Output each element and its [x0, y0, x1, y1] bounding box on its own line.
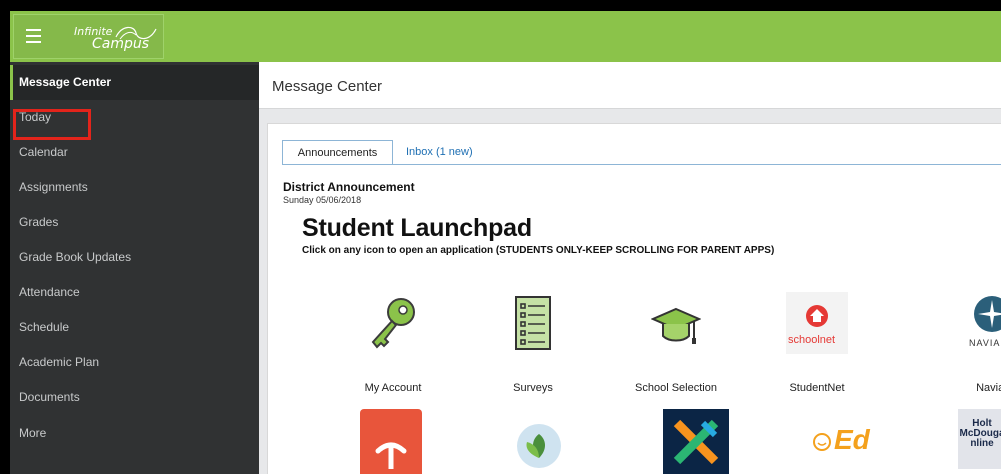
- app-window: Infinite Campus Message Center Today Cal…: [10, 11, 1001, 474]
- app-row2-5[interactable]: Holt McDouga nline: [958, 409, 1001, 469]
- top-bar: Infinite Campus: [10, 11, 1001, 62]
- tab-divider: [282, 164, 1001, 165]
- app-my-account[interactable]: My Account: [328, 294, 458, 394]
- sidebar-item-documents[interactable]: Documents: [10, 380, 259, 415]
- sidebar-item-assignments[interactable]: Assignments: [10, 170, 259, 205]
- app-label: Naviance: [976, 382, 1001, 394]
- launchpad-title: Student Launchpad: [302, 214, 532, 242]
- sidebar-item-more[interactable]: More: [10, 416, 259, 451]
- sun-smile-icon: [813, 433, 831, 451]
- app-school-selection[interactable]: School Selection: [611, 294, 741, 394]
- page-header: Message Center: [259, 62, 1001, 109]
- gymnast-icon: [375, 442, 407, 469]
- page-title: Message Center: [272, 78, 383, 95]
- app-row2-2[interactable]: [517, 424, 561, 468]
- app-row2-4[interactable]: Ed: [806, 424, 876, 474]
- naviance-text: NAVIANC: [969, 338, 1001, 348]
- app-naviance[interactable]: NAVIANC Naviance: [894, 292, 1001, 394]
- app-label: Surveys: [513, 382, 553, 394]
- tab-inbox[interactable]: Inbox (1 new): [406, 140, 473, 165]
- infinite-campus-logo[interactable]: Infinite Campus: [66, 23, 166, 55]
- launchpad-subtitle: Click on any icon to open an application…: [302, 245, 775, 256]
- app-row2-1[interactable]: [360, 409, 422, 474]
- sidebar: Message Center Today Calendar Assignment…: [10, 62, 259, 474]
- survey-checklist-icon: [515, 296, 551, 350]
- app-studentnet[interactable]: schoolnet StudentNet: [752, 292, 882, 394]
- brand-area: Infinite Campus: [13, 14, 164, 59]
- ed-logo-text: Ed: [834, 424, 870, 455]
- schoolnet-text: schoolnet: [788, 334, 836, 346]
- app-surveys[interactable]: Surveys: [468, 294, 598, 394]
- app-label: StudentNet: [789, 382, 845, 394]
- sidebar-item-message-center[interactable]: Message Center: [10, 65, 259, 100]
- content-panel: Announcements Inbox (1 new) District Ann…: [267, 123, 1001, 474]
- logo-swoosh-icon: [115, 26, 157, 40]
- app-label: My Account: [364, 382, 422, 394]
- sidebar-item-schedule[interactable]: Schedule: [10, 310, 259, 345]
- naviance-logo: NAVIANC: [961, 292, 1001, 354]
- hamburger-menu-icon[interactable]: [26, 29, 41, 43]
- tab-announcements[interactable]: Announcements: [282, 140, 393, 165]
- sidebar-item-grades[interactable]: Grades: [10, 205, 259, 240]
- announcement-title: District Announcement: [283, 180, 415, 194]
- x-logo-icon: [673, 419, 719, 465]
- sidebar-item-calendar[interactable]: Calendar: [10, 135, 259, 170]
- app-label: School Selection: [635, 382, 717, 394]
- highlight-box: [13, 109, 91, 140]
- sidebar-item-academic-plan[interactable]: Academic Plan: [10, 345, 259, 380]
- app-row2-3[interactable]: [663, 409, 729, 474]
- sidebar-item-attendance[interactable]: Attendance: [10, 275, 259, 310]
- sidebar-item-grade-book-updates[interactable]: Grade Book Updates: [10, 240, 259, 275]
- schoolnet-logo: schoolnet: [786, 292, 848, 354]
- announcement-date: Sunday 05/06/2018: [283, 195, 362, 205]
- graduation-cap-icon: [651, 307, 701, 344]
- plant-emblem-icon: [526, 434, 545, 458]
- holt-logo-line3: nline: [970, 438, 994, 449]
- key-icon: [371, 298, 415, 349]
